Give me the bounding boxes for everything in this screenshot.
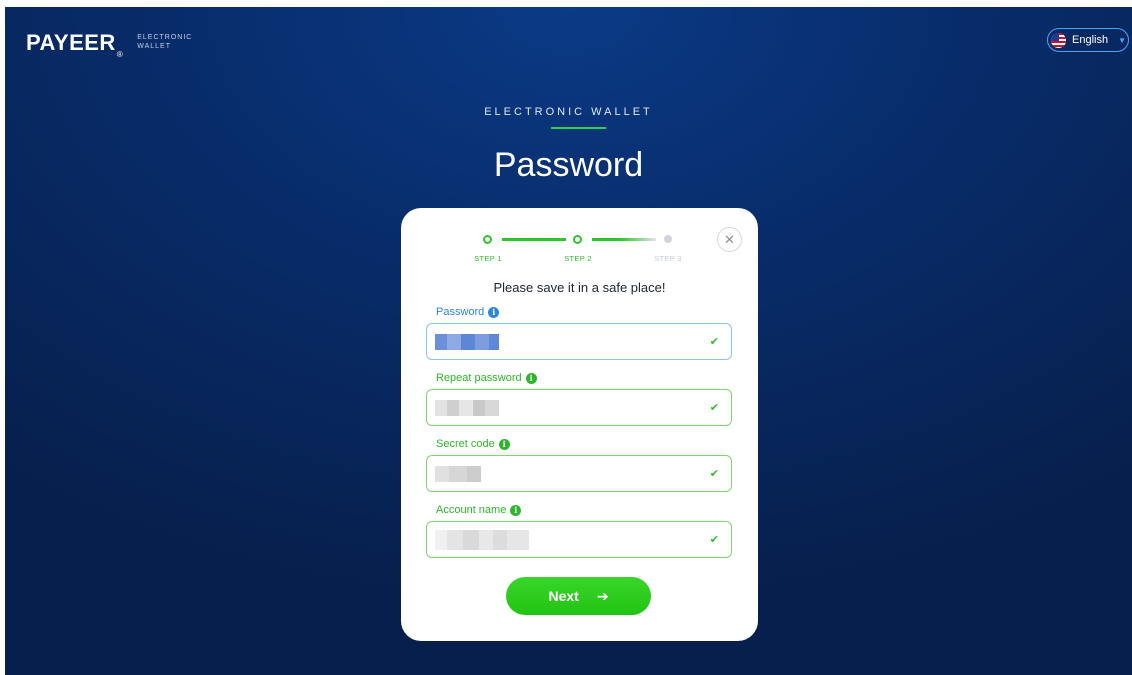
step-3-dot: [664, 235, 672, 243]
language-selector[interactable]: English ▼: [1047, 28, 1129, 52]
check-icon: ✔: [709, 468, 719, 480]
info-icon[interactable]: i: [510, 504, 522, 516]
page-background: PAYEER ® ELECTRONIC WALLET English ▼ ELE…: [5, 7, 1132, 675]
check-icon: ✔: [709, 402, 719, 414]
language-label: English: [1072, 34, 1109, 46]
step-2-connector: [592, 238, 656, 241]
next-button[interactable]: Next ➔: [506, 577, 651, 615]
password-label-text: Password: [436, 306, 485, 318]
info-icon[interactable]: i: [498, 438, 510, 450]
obscured-value: [435, 334, 499, 350]
arrow-right-icon: ➔: [596, 587, 609, 604]
obscured-value: [435, 400, 499, 416]
step-2-label: STEP 2: [564, 254, 592, 263]
next-button-label: Next: [548, 588, 579, 604]
close-icon: ✕: [724, 232, 735, 247]
logo-subtitle: ELECTRONIC WALLET: [137, 32, 192, 51]
password-label: Password i: [436, 306, 500, 318]
repeat-password-label: Repeat password i: [436, 372, 537, 384]
step-2-dot: [573, 235, 582, 244]
kicker-underline: [551, 127, 606, 129]
logo-subtitle-line1: ELECTRONIC: [137, 34, 193, 41]
logo-text: PAYEER: [26, 30, 116, 55]
logo-subtitle-line2: WALLET: [137, 43, 171, 50]
step-1-connector: [502, 238, 566, 241]
step-progress: STEP 1 STEP 2 STEP 3: [401, 208, 758, 268]
hero-kicker: ELECTRONIC WALLET: [484, 106, 653, 118]
check-icon: ✔: [709, 534, 719, 546]
us-flag-icon: [1051, 32, 1066, 48]
payeer-logo[interactable]: PAYEER ® ELECTRONIC WALLET: [26, 30, 192, 60]
account-name-label: Account name i: [436, 504, 522, 516]
repeat-password-field[interactable]: ✔: [426, 389, 732, 426]
check-icon: ✔: [709, 336, 719, 348]
account-name-label-text: Account name: [436, 504, 507, 516]
password-field[interactable]: ✔: [426, 323, 732, 360]
obscured-value: [435, 530, 529, 550]
password-form-card: STEP 1 STEP 2 STEP 3 ✕ Please save it in…: [401, 208, 758, 641]
repeat-password-label-text: Repeat password: [436, 372, 522, 384]
info-icon[interactable]: i: [488, 306, 500, 318]
account-name-field[interactable]: ✔: [426, 521, 732, 558]
chevron-down-icon: ▼: [1118, 35, 1126, 45]
step-3-label: STEP 3: [654, 254, 682, 263]
obscured-value: [435, 466, 481, 482]
secret-code-label-text: Secret code: [436, 438, 495, 450]
info-icon[interactable]: i: [525, 372, 537, 384]
step-1-label: STEP 1: [474, 254, 502, 263]
save-notice: Please save it in a safe place!: [493, 280, 666, 295]
secret-code-field[interactable]: ✔: [426, 455, 732, 492]
secret-code-label: Secret code i: [436, 438, 510, 450]
step-1-dot: [483, 235, 492, 244]
close-button[interactable]: ✕: [717, 227, 742, 252]
logo-registered-mark: ®: [116, 50, 124, 59]
page-title: Password: [493, 146, 644, 184]
